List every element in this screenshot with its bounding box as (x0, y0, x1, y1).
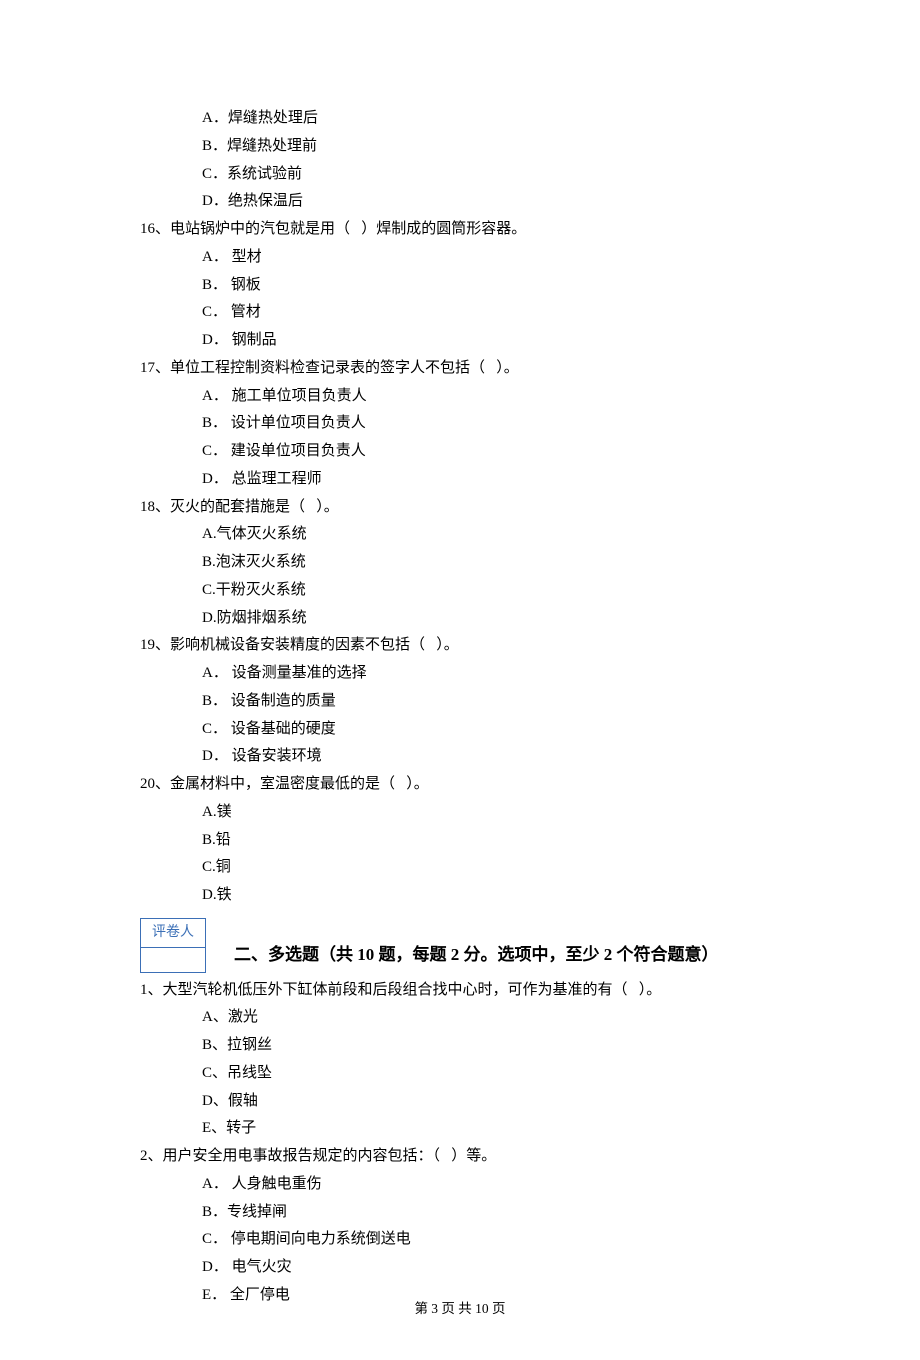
m1-option-b: B、拉钢丝 (140, 1032, 780, 1060)
m1-option-e: E、转子 (140, 1115, 780, 1143)
section-2-header: 评卷人 二、多选题（共 10 题，每题 2 分。选项中，至少 2 个符合题意） (140, 918, 780, 973)
q19-option-c: C． 设备基础的硬度 (140, 716, 780, 744)
q18-option-c: C.干粉灭火系统 (140, 577, 780, 605)
q18-option-a: A.气体灭火系统 (140, 521, 780, 549)
q17-stem: 17、单位工程控制资料检查记录表的签字人不包括（ ）。 (140, 355, 780, 383)
m1-option-d: D、假轴 (140, 1088, 780, 1116)
q16-option-d: D． 钢制品 (140, 327, 780, 355)
q19-stem: 19、影响机械设备安装精度的因素不包括（ ）。 (140, 632, 780, 660)
q20-option-d: D.铁 (140, 882, 780, 910)
q18-option-b: B.泡沫灭火系统 (140, 549, 780, 577)
q16-option-b: B． 钢板 (140, 272, 780, 300)
q17-option-c: C． 建设单位项目负责人 (140, 438, 780, 466)
q19-option-d: D． 设备安装环境 (140, 743, 780, 771)
q20-stem: 20、金属材料中，室温密度最低的是（ ）。 (140, 771, 780, 799)
m1-option-c: C、吊线坠 (140, 1060, 780, 1088)
m1-option-a: A、激光 (140, 1004, 780, 1032)
m2-option-b: B．专线掉闸 (140, 1199, 780, 1227)
q17-option-a: A． 施工单位项目负责人 (140, 383, 780, 411)
q15-option-c: C．系统试验前 (140, 161, 780, 189)
section-2-title: 二、多选题（共 10 题，每题 2 分。选项中，至少 2 个符合题意） (234, 939, 719, 972)
q18-stem: 18、灭火的配套措施是（ ）。 (140, 494, 780, 522)
m2-option-a: A． 人身触电重伤 (140, 1171, 780, 1199)
q15-option-d: D．绝热保温后 (140, 188, 780, 216)
q20-option-c: C.铜 (140, 854, 780, 882)
m2-option-c: C． 停电期间向电力系统倒送电 (140, 1226, 780, 1254)
m2-stem: 2、用户安全用电事故报告规定的内容包括：（ ）等。 (140, 1143, 780, 1171)
m1-stem: 1、大型汽轮机低压外下缸体前段和后段组合找中心时，可作为基准的有（ ）。 (140, 977, 780, 1005)
q16-option-a: A． 型材 (140, 244, 780, 272)
q20-option-b: B.铅 (140, 827, 780, 855)
q15-option-a: A．焊缝热处理后 (140, 105, 780, 133)
grader-box: 评卷人 (140, 918, 206, 973)
q18-option-d: D.防烟排烟系统 (140, 605, 780, 633)
q16-option-c: C． 管材 (140, 299, 780, 327)
q16-stem: 16、电站锅炉中的汽包就是用（ ）焊制成的圆筒形容器。 (140, 216, 780, 244)
q15-option-b: B．焊缝热处理前 (140, 133, 780, 161)
q19-option-b: B． 设备制造的质量 (140, 688, 780, 716)
q17-option-d: D． 总监理工程师 (140, 466, 780, 494)
q19-option-a: A． 设备测量基准的选择 (140, 660, 780, 688)
page-footer: 第 3 页 共 10 页 (0, 1297, 920, 1322)
grader-empty-cell (141, 947, 206, 972)
q20-option-a: A.镁 (140, 799, 780, 827)
m2-option-d: D． 电气火灾 (140, 1254, 780, 1282)
grader-label-cell: 评卷人 (141, 918, 206, 947)
q17-option-b: B． 设计单位项目负责人 (140, 410, 780, 438)
